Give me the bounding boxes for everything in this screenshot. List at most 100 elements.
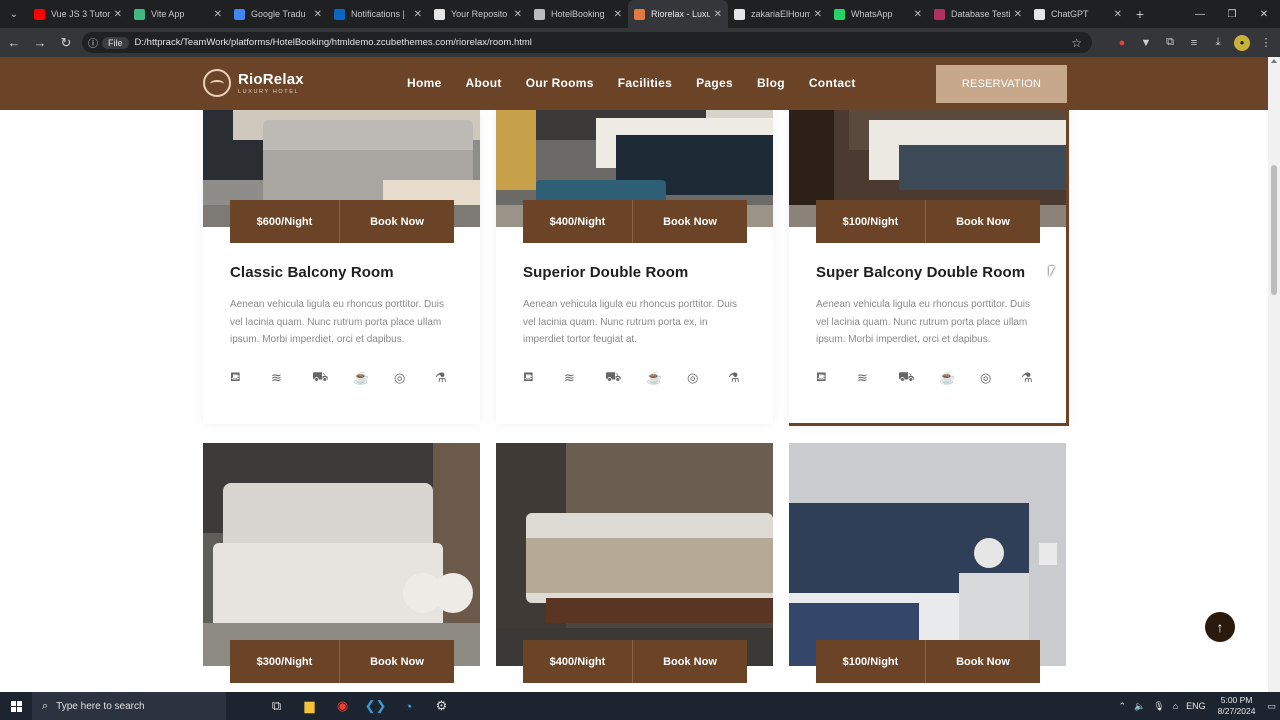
window-close-icon[interactable]: ✕	[1248, 0, 1280, 28]
nav-facilities[interactable]: Facilities	[618, 76, 672, 90]
close-icon[interactable]: ✕	[1014, 9, 1022, 20]
kebab-menu-icon[interactable]: ⋮	[1258, 35, 1274, 51]
url-text: D:/httprack/TeamWork/platforms/HotelBook…	[134, 37, 532, 48]
minimize-icon[interactable]: —	[1184, 0, 1216, 28]
vscode-icon[interactable]: ❮❯	[359, 692, 392, 720]
coffee-icon: ☕	[939, 370, 956, 385]
close-icon[interactable]: ✕	[214, 9, 222, 20]
edge-icon[interactable]: ◔	[392, 692, 425, 720]
scroll-to-top-button[interactable]: ↑	[1205, 612, 1235, 642]
logo-tagline: LUXURY HOTEL	[238, 89, 300, 95]
microphone-icon[interactable]: 🎙	[1153, 701, 1164, 712]
nav-home[interactable]: Home	[407, 76, 442, 90]
amenities-row: ⛾ ≋ ⛟ ☕ ◎ ⚗	[230, 369, 476, 387]
bed-icon: ⛾	[816, 369, 827, 384]
main-nav: Home About Our Rooms Facilities Pages Bl…	[407, 76, 856, 90]
book-now-button[interactable]: Book Now	[633, 640, 747, 683]
file-explorer-icon[interactable]: ▆	[293, 692, 326, 720]
windows-start-icon[interactable]	[0, 692, 32, 720]
book-now-button[interactable]: Book Now	[340, 200, 454, 243]
tab-favicon-icon	[734, 8, 745, 20]
room-title[interactable]: Super Balcony Double Room	[816, 264, 1025, 281]
browser-tab[interactable]: Notifications | ✕	[328, 0, 428, 28]
address-bar[interactable]: ⓘ File D:/httprack/TeamWork/platforms/Ho…	[82, 32, 1092, 53]
room-title[interactable]: Superior Double Room	[523, 264, 688, 281]
back-arrow-icon[interactable]: ←	[2, 31, 26, 55]
room-title[interactable]: Classic Balcony Room	[230, 264, 394, 281]
browser-tab[interactable]: Vue JS 3 Tutori ✕	[28, 0, 128, 28]
reservation-button[interactable]: RESERVATION	[936, 65, 1067, 103]
nav-our-rooms[interactable]: Our Rooms	[526, 76, 594, 90]
tray-chevron-icon[interactable]: ⌃	[1119, 701, 1127, 712]
browser-tab[interactable]: Database Testi ✕	[928, 0, 1028, 28]
book-now-button[interactable]: Book Now	[340, 640, 454, 683]
download-icon[interactable]: ⤓	[1210, 35, 1226, 51]
new-tab-button[interactable]: +	[1128, 6, 1152, 22]
wifi-icon: ≋	[564, 370, 575, 385]
book-now-button[interactable]: Book Now	[926, 200, 1040, 243]
info-icon[interactable]: ⓘ	[88, 35, 98, 50]
volume-icon[interactable]: 🔈	[1134, 701, 1145, 712]
clock[interactable]: 5:00 PM 8/27/2024	[1218, 695, 1256, 717]
close-icon[interactable]: ✕	[814, 9, 822, 20]
scrollbar-thumb[interactable]	[1271, 165, 1277, 295]
browser-tab[interactable]: Vite App ✕	[128, 0, 228, 28]
browser-tab[interactable]: zakariaElHoum ✕	[728, 0, 828, 28]
taskbar-search[interactable]: ⌕ Type here to search	[32, 692, 226, 720]
amenities-row: ⛾ ≋ ⛟ ☕ ◎ ⚗	[816, 369, 1062, 387]
system-tray: ⌃ 🔈 🎙 ⌂ ENG 5:00 PM 8/27/2024 ▭	[1115, 692, 1280, 720]
scroll-up-arrow-icon[interactable]	[1271, 59, 1277, 63]
browser-tab[interactable]: Google Tradu ✕	[228, 0, 328, 28]
network-icon[interactable]: ⌂	[1173, 701, 1178, 711]
browser-tab[interactable]: HotelBooking ✕	[528, 0, 628, 28]
logo-mark-icon	[203, 69, 231, 97]
close-icon[interactable]: ✕	[914, 9, 922, 20]
close-icon[interactable]: ✕	[614, 9, 622, 20]
extension-icon[interactable]: ●	[1114, 35, 1130, 51]
close-icon[interactable]: ✕	[314, 9, 322, 20]
price-bar: $400/Night Book Now	[523, 200, 747, 243]
nav-contact[interactable]: Contact	[809, 76, 856, 90]
room-photo[interactable]	[203, 443, 480, 666]
close-icon[interactable]: ✕	[114, 9, 122, 20]
nav-blog[interactable]: Blog	[757, 76, 785, 90]
task-view-icon[interactable]: ⧉	[260, 692, 293, 720]
browser-tab[interactable]: ChatGPT ✕	[1028, 0, 1128, 28]
browser-tab-active[interactable]: Riorelax - Luxu ✕	[628, 0, 728, 28]
room-price: $400/Night	[523, 640, 633, 683]
tab-favicon-icon	[34, 8, 45, 20]
coffee-icon: ☕	[353, 370, 370, 385]
chrome-icon[interactable]: ◉	[326, 692, 359, 720]
book-now-button[interactable]: Book Now	[926, 640, 1040, 683]
browser-tab[interactable]: Your Reposito ✕	[428, 0, 528, 28]
site-logo[interactable]: RioRelax LUXURY HOTEL	[203, 69, 304, 97]
room-price: $300/Night	[230, 640, 340, 683]
car-icon: ⛟	[898, 369, 915, 384]
reading-list-icon[interactable]: ≡	[1186, 35, 1202, 51]
extension-icon[interactable]: ▼	[1138, 35, 1154, 51]
price-bar: $600/Night Book Now	[230, 200, 454, 243]
close-icon[interactable]: ✕	[1114, 9, 1122, 20]
room-description: Aenean vehicula ligula eu rhoncus portti…	[523, 299, 738, 345]
puzzle-icon[interactable]: ⧉	[1162, 35, 1178, 51]
book-now-button[interactable]: Book Now	[633, 200, 747, 243]
profile-avatar-icon[interactable]: ●	[1234, 34, 1250, 51]
close-icon[interactable]: ✕	[514, 9, 522, 20]
room-photo[interactable]	[789, 443, 1066, 666]
close-icon[interactable]: ✕	[714, 9, 722, 20]
page-scrollbar[interactable]	[1268, 57, 1280, 692]
nav-pages[interactable]: Pages	[696, 76, 733, 90]
mouse-cursor-icon	[1049, 266, 1055, 277]
browser-tab[interactable]: WhatsApp ✕	[828, 0, 928, 28]
room-photo[interactable]	[496, 443, 773, 666]
forward-arrow-icon[interactable]: →	[28, 31, 52, 55]
notifications-icon[interactable]: ▭	[1267, 701, 1276, 712]
language-indicator[interactable]: ENG	[1186, 701, 1206, 711]
tab-search-icon[interactable]: ⌄	[0, 0, 28, 28]
app-icon[interactable]: ⚙	[425, 692, 458, 720]
reload-icon[interactable]: ↻	[54, 31, 78, 55]
bookmark-star-icon[interactable]: ☆	[1071, 36, 1082, 50]
nav-about[interactable]: About	[466, 76, 502, 90]
close-icon[interactable]: ✕	[414, 9, 422, 20]
restore-icon[interactable]: ❐	[1216, 0, 1248, 28]
